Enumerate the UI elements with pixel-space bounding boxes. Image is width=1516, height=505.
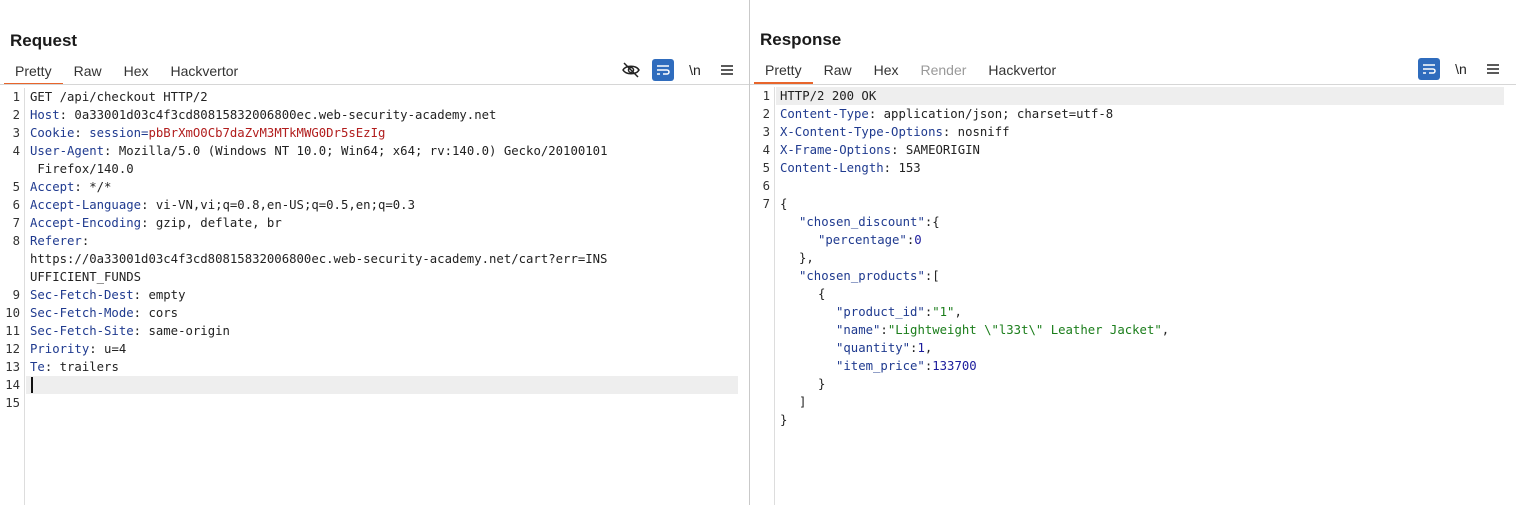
json-line: "chosen_products":[	[799, 269, 940, 283]
code-line: 12 Priority: u=4	[5, 342, 127, 356]
code-line: 3 Cookie: session=pbBrXmO0Cb7daZvM3MTkMWG…	[12, 126, 386, 140]
cookie-value: pbBrXmO0Cb7daZvM3MTkMWG0Dr5sEzIg	[148, 126, 386, 140]
tab-hackvertor[interactable]: Hackvertor	[160, 58, 250, 84]
tab-hackvertor[interactable]: Hackvertor	[977, 57, 1067, 83]
wrap-icon[interactable]	[1418, 58, 1440, 80]
code-line: 15	[5, 396, 20, 410]
json-line: }	[780, 413, 788, 427]
code-line-wrap: Firefox/140.0	[30, 162, 134, 176]
response-panel: Response Pretty Raw Hex Render Hackverto…	[750, 0, 1516, 505]
json-line: "name":"Lightweight \"l33t\" Leather Jac…	[836, 323, 1170, 337]
json-line: ]	[799, 395, 807, 409]
json-line: "quantity":1,	[836, 341, 933, 355]
code-line: 6 Accept-Language: vi-VN,vi;q=0.8,en-US;q…	[12, 198, 415, 212]
hide-icon[interactable]	[620, 59, 642, 81]
response-title: Response	[760, 30, 842, 49]
tab-hex[interactable]: Hex	[113, 58, 160, 84]
tab-pretty[interactable]: Pretty	[4, 58, 63, 85]
json-line: },	[799, 251, 814, 265]
json-line: "percentage":0	[818, 233, 922, 247]
code-line: 2 Host: 0a33001d03c4f3cd80815832006800ec.…	[12, 108, 497, 122]
newline-icon[interactable]: \n	[1450, 58, 1472, 80]
tab-pretty[interactable]: Pretty	[754, 57, 813, 84]
code-line: 1 HTTP/2 200 OK	[762, 89, 877, 103]
code-line: 5 Content-Length: 153	[762, 161, 921, 175]
request-title: Request	[10, 31, 78, 50]
request-toolbar: \n	[620, 58, 738, 82]
tab-raw[interactable]: Raw	[813, 57, 863, 83]
json-line: }	[818, 377, 826, 391]
tab-hex[interactable]: Hex	[863, 57, 910, 83]
code-line: 7{	[762, 197, 788, 211]
tabs-divider	[750, 84, 1516, 85]
tab-render[interactable]: Render	[910, 57, 978, 83]
code-line-wrap: https://0a33001d03c4f3cd80815832006800ec…	[30, 252, 608, 266]
json-line: {	[818, 287, 826, 301]
json-line: "product_id":"1",	[836, 305, 962, 319]
code-line: 4 User-Agent: Mozilla/5.0 (Windows NT 10.…	[12, 144, 608, 158]
menu-icon[interactable]	[1482, 58, 1504, 80]
code-line: 6	[762, 179, 770, 193]
code-line: 7 Accept-Encoding: gzip, deflate, br	[12, 216, 282, 230]
code-line: 5 Accept: */*	[12, 180, 112, 194]
request-editor[interactable]: 1 GET /api/checkout HTTP/2 2 Host: 0a33001…	[0, 88, 740, 412]
json-line: "item_price":133700	[836, 359, 977, 373]
code-line-wrap: UFFICIENT_FUNDS	[30, 270, 142, 284]
menu-icon[interactable]	[716, 59, 738, 81]
code-line: 2 Content-Type: application/json; charset…	[762, 107, 1114, 121]
request-panel: Request Pretty Raw Hex Hackvertor \n 1 GE…	[0, 0, 749, 505]
tab-raw[interactable]: Raw	[63, 58, 113, 84]
wrap-icon[interactable]	[652, 59, 674, 81]
code-line: 1 GET /api/checkout HTTP/2	[12, 90, 208, 104]
response-toolbar: \n	[1418, 57, 1504, 81]
tabs-divider	[0, 84, 749, 85]
response-editor[interactable]: 1 HTTP/2 200 OK 2 Content-Type: applicatio…	[750, 87, 1510, 429]
code-line: 8 Referer:	[12, 234, 90, 248]
code-line: 4 X-Frame-Options: SAMEORIGIN	[762, 143, 980, 157]
json-line: "chosen_discount":{	[799, 215, 940, 229]
response-tabs: Pretty Raw Hex Render Hackvertor	[754, 57, 1067, 84]
code-line: 3 X-Content-Type-Options: nosniff	[762, 125, 1010, 139]
code-line: 11 Sec-Fetch-Site: same-origin	[5, 324, 230, 338]
code-line: 14	[5, 378, 20, 392]
request-tabs: Pretty Raw Hex Hackvertor	[4, 58, 250, 85]
newline-icon[interactable]: \n	[684, 59, 706, 81]
code-line: 9 Sec-Fetch-Dest: empty	[12, 288, 186, 302]
code-line: 13 Te: trailers	[5, 360, 119, 374]
code-line: 10 Sec-Fetch-Mode: cors	[5, 306, 179, 320]
